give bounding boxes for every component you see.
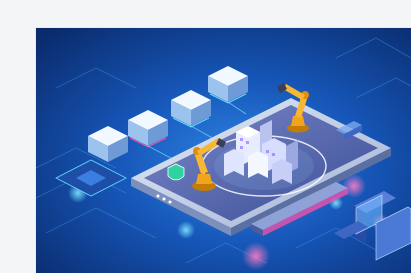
industrial-iot-illustration	[36, 28, 411, 273]
illustration-canvas	[36, 28, 411, 273]
shield-icon	[167, 163, 185, 181]
